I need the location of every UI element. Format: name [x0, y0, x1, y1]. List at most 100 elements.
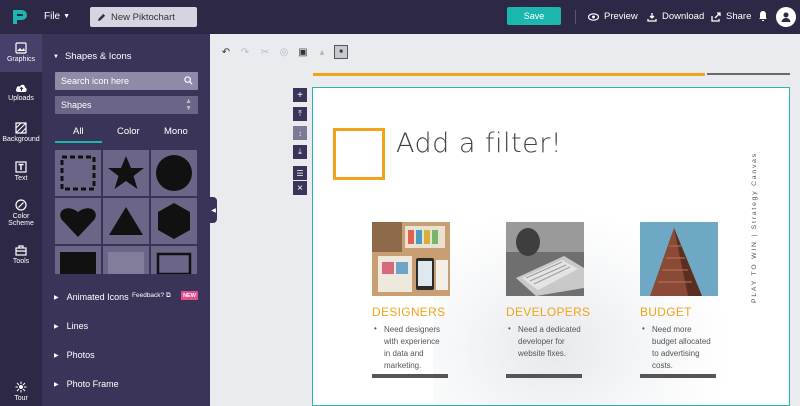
duplicate-block-button[interactable]: ☰ — [293, 166, 307, 180]
tab-all[interactable]: All — [73, 126, 84, 137]
copy-style-button[interactable]: ◎ — [277, 45, 291, 59]
section-photo-frame[interactable]: ▶ Photo Frame — [54, 379, 119, 389]
infographic-canvas[interactable]: Add a filter! PLAY TO WIN | Strategy Can… — [312, 87, 790, 406]
search-input[interactable]: Search icon here — [55, 72, 198, 90]
shape-circle[interactable] — [151, 150, 197, 196]
piktochart-logo[interactable] — [9, 7, 29, 27]
shape-rectangle[interactable] — [55, 246, 101, 274]
search-icon — [184, 76, 193, 85]
rail-item-color-scheme[interactable]: Color Scheme — [0, 199, 42, 227]
designers-photo — [372, 222, 450, 296]
redo-icon: ↷ — [240, 46, 250, 58]
section-photos[interactable]: ▶ Photos — [54, 350, 95, 360]
plus-icon: + — [297, 89, 303, 101]
background-icon — [15, 122, 27, 134]
eye-icon — [588, 12, 599, 21]
rail-item-uploads[interactable]: Uploads — [0, 82, 42, 102]
card-bar — [372, 374, 448, 378]
rail-label-scheme: Scheme — [8, 220, 34, 227]
rail-item-graphics[interactable]: Graphics — [0, 34, 42, 72]
preview-button[interactable]: Preview — [588, 11, 638, 22]
share-label: Share — [726, 11, 752, 22]
card-budget[interactable]: BUDGET • Need more budget allocated to a… — [640, 222, 718, 372]
tab-color[interactable]: Color — [117, 126, 140, 137]
move-down-button[interactable]: ⤓ — [293, 145, 307, 159]
select-tool-button[interactable]: ■ — [334, 45, 348, 59]
canvas-headline[interactable]: Add a filter! — [396, 128, 562, 159]
card-designers[interactable]: DESIGNERS • Need designers with experien… — [372, 222, 450, 372]
redo-button[interactable]: ↷ — [238, 45, 252, 59]
arrow-updown-icon: ↕ — [298, 128, 302, 138]
caret-right-icon: ▶ — [54, 352, 59, 359]
user-avatar[interactable] — [776, 7, 796, 27]
shape-rectangle-light[interactable] — [103, 246, 149, 274]
rail-item-tools[interactable]: Tools — [0, 244, 42, 265]
card-line: budget allocated — [652, 337, 711, 346]
lock-button[interactable]: ▴ — [315, 45, 329, 59]
shape-triangle[interactable] — [103, 198, 149, 244]
panel-heading[interactable]: ▼ Shapes & Icons — [53, 51, 132, 62]
rail-label-graphics: Graphics — [6, 56, 35, 63]
caret-down-icon: ▼ — [53, 53, 59, 60]
feedback-label: Feedback? — [132, 292, 165, 299]
download-button[interactable]: Download — [647, 11, 704, 22]
copy-style-icon: ◎ — [279, 46, 289, 58]
bullet-icon: • — [508, 324, 511, 333]
delete-block-button[interactable]: × — [293, 181, 307, 195]
close-icon: × — [297, 182, 303, 194]
file-menu[interactable]: File ▼ — [44, 11, 70, 22]
rail-item-text[interactable]: Text — [0, 161, 42, 182]
user-icon — [781, 12, 791, 22]
rail-item-tour[interactable]: Tour — [0, 381, 42, 402]
bell-icon[interactable] — [758, 10, 768, 22]
card-developers[interactable]: DEVELOPERS • Need a dedicated developer … — [506, 222, 590, 360]
rail-item-background[interactable]: Background — [0, 122, 42, 143]
orange-square-frame[interactable] — [333, 128, 385, 180]
collapse-panel-button[interactable]: ◀ — [210, 197, 217, 223]
vertical-caption[interactable]: PLAY TO WIN | Strategy Canvas — [751, 152, 758, 303]
card-line: costs. — [652, 361, 673, 370]
card-line: Need a dedicated — [518, 325, 581, 334]
canvas-top-rule-orange — [313, 73, 705, 76]
select-icon: ■ — [339, 49, 343, 55]
card-bullet-list: • Need designers with experience in data… — [372, 324, 450, 372]
rail-label-background: Background — [2, 136, 40, 143]
top-bar: File ▼ New Piktochart Save Preview Downl… — [0, 0, 800, 34]
add-block-button[interactable]: + — [293, 88, 307, 102]
shape-hexagon[interactable] — [151, 198, 197, 244]
feedback-link[interactable]: Feedback? ⧉ — [132, 292, 171, 300]
paste-button[interactable]: ▣ — [296, 45, 310, 59]
shapes-type-select[interactable]: Shapes ▲ ▼ — [55, 96, 198, 114]
move-up-button[interactable]: ⤒ — [293, 107, 307, 121]
shape-frame[interactable] — [151, 246, 197, 274]
cut-button[interactable]: ✂ — [258, 45, 272, 59]
text-icon — [15, 161, 27, 173]
bullet-icon: • — [642, 324, 645, 333]
chevron-down-icon: ▼ — [63, 13, 71, 20]
save-button[interactable]: Save — [507, 7, 561, 25]
download-icon — [647, 12, 657, 22]
card-bar — [640, 374, 716, 378]
shape-heart[interactable] — [55, 198, 101, 244]
search-placeholder: Search icon here — [61, 76, 130, 86]
circle-icon — [156, 155, 192, 191]
new-badge: NEW — [181, 291, 198, 300]
card-line: Need more — [652, 325, 692, 334]
section-animated-icons[interactable]: ▶ Animated Icons — [54, 292, 129, 302]
external-link-icon: ⧉ — [165, 292, 171, 299]
move-middle-button[interactable]: ↕ — [293, 126, 307, 140]
tab-mono[interactable]: Mono — [164, 126, 188, 137]
star-icon — [108, 156, 144, 189]
shape-star[interactable] — [103, 150, 149, 196]
card-line: in data and — [384, 349, 424, 358]
shape-dashed-square[interactable] — [55, 150, 101, 196]
card-line: developer for — [518, 337, 565, 346]
card-line: with experience — [384, 337, 440, 346]
select-arrows-icon: ▲ ▼ — [185, 98, 192, 112]
download-label: Download — [662, 11, 705, 22]
section-lines[interactable]: ▶ Lines — [54, 321, 88, 331]
document-title-field[interactable]: New Piktochart — [90, 7, 197, 27]
undo-button[interactable]: ↶ — [219, 45, 233, 59]
section-label: Animated Icons — [66, 292, 129, 302]
share-button[interactable]: Share — [711, 11, 751, 22]
